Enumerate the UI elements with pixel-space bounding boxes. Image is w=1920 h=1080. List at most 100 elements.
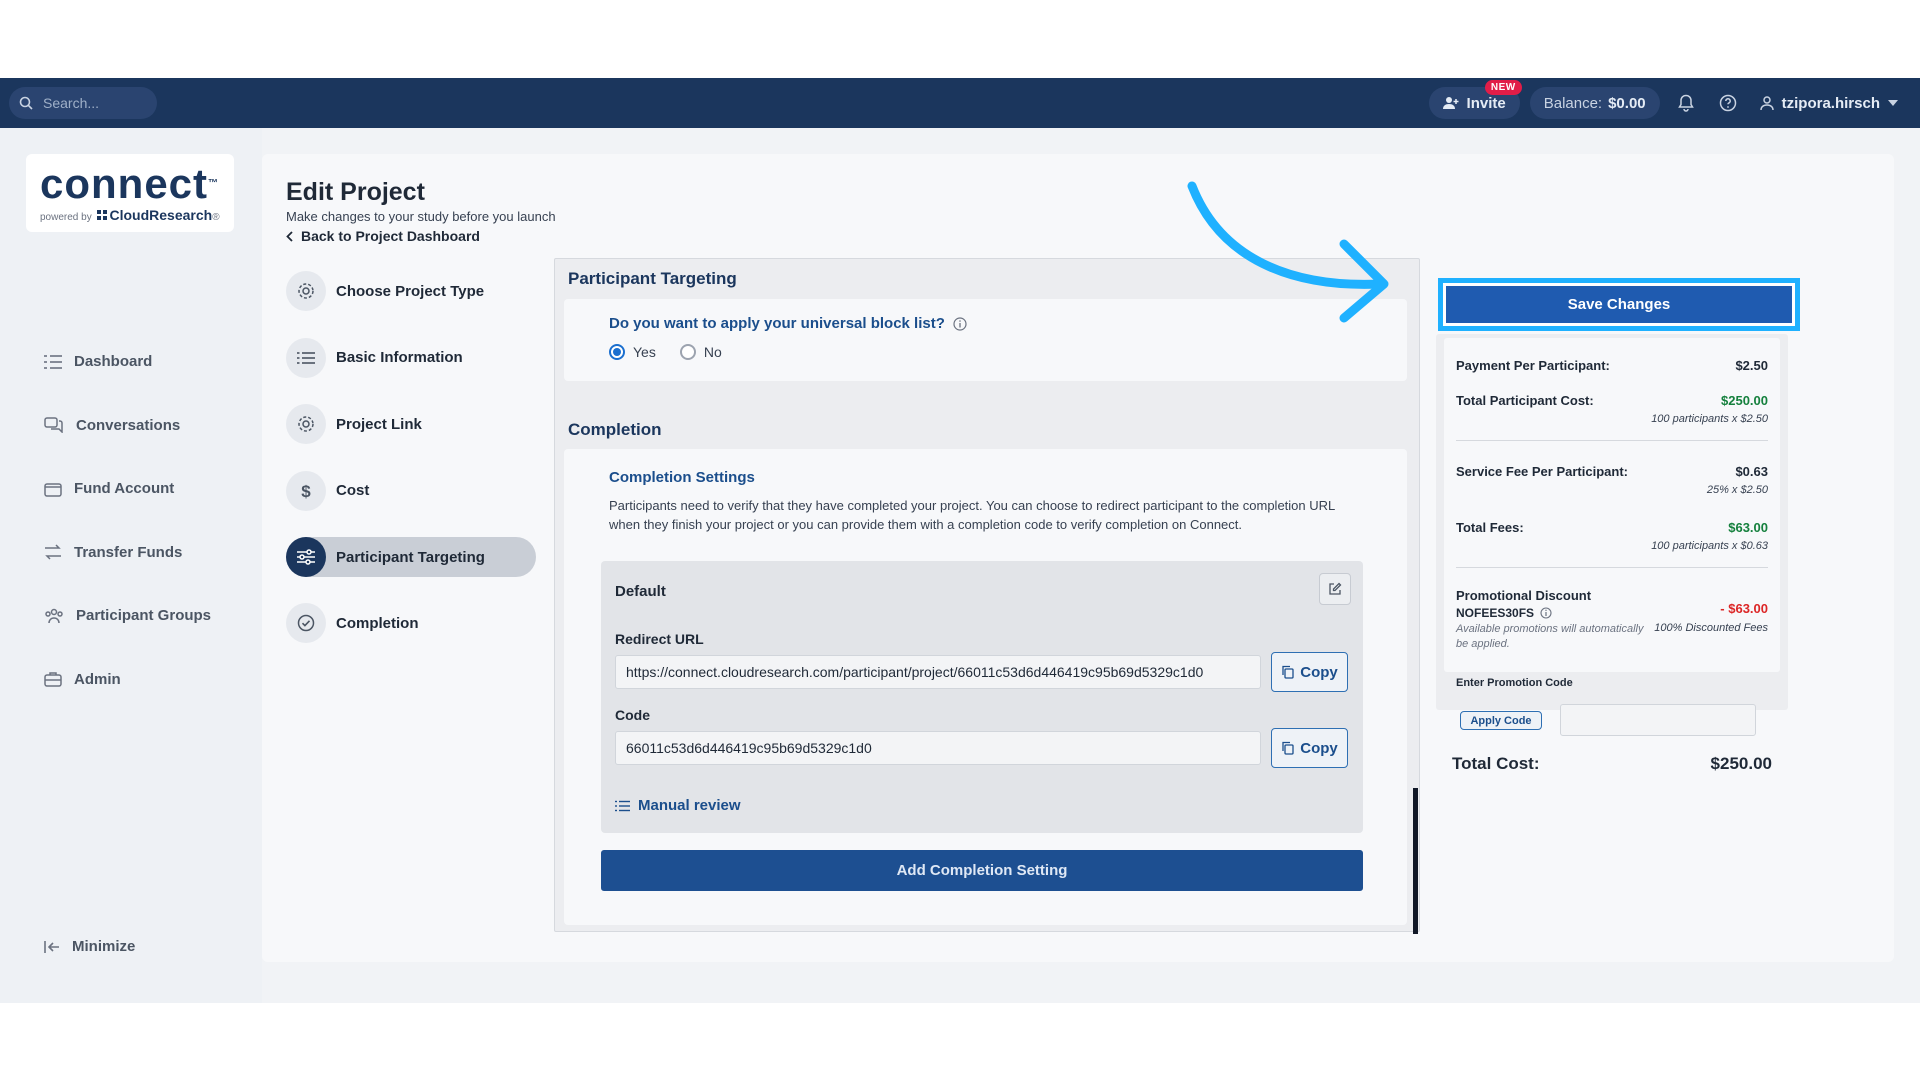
edit-panel: Participant Targeting Do you want to app… (554, 258, 1420, 932)
page-subtitle: Make changes to your study before you la… (286, 209, 556, 224)
sidebar-item-participant-groups[interactable]: Participant Groups (44, 584, 211, 648)
code-value: 66011c53d6d446419c95b69d5329c1d0 (626, 740, 872, 756)
payment-label: Payment Per Participant: (1456, 358, 1610, 373)
tutorial-arrow-icon (1187, 181, 1389, 323)
invite-label: Invite (1466, 94, 1506, 112)
transfer-icon (45, 544, 61, 560)
back-to-dashboard-link[interactable]: Back to Project Dashboard (286, 228, 480, 244)
sidebar-nav: Dashboard Conversations Fund Account Tra… (44, 330, 211, 711)
copy-icon (1282, 741, 1294, 755)
block-list-question: Do you want to apply your universal bloc… (609, 315, 945, 332)
save-changes-button[interactable]: Save Changes (1446, 286, 1792, 323)
completion-settings-title: Completion Settings (609, 469, 755, 486)
radio-no-control[interactable] (679, 344, 696, 360)
logo[interactable]: connect™ powered by CloudResearch® (26, 154, 234, 232)
sidebar-item-label: Participant Groups (76, 607, 212, 625)
balance-value: $0.00 (1608, 94, 1646, 112)
cost-summary-body: Payment Per Participant: $2.50 Total Par… (1444, 338, 1780, 689)
dollar-icon: $ (301, 482, 311, 500)
total-fees-value: $63.00 (1728, 520, 1768, 535)
promo-auto-note: Available promotions will automatically … (1456, 623, 1644, 650)
divider (1456, 567, 1768, 568)
service-fee-label: Service Fee Per Participant: (1456, 464, 1628, 479)
info-icon[interactable] (1540, 607, 1552, 619)
radio-no-label: No (703, 344, 722, 360)
radio-yes-control[interactable] (609, 344, 625, 360)
step-participant-targeting[interactable]: Participant Targeting (286, 537, 536, 577)
step-choose-project-type[interactable]: Choose Project Type (286, 258, 536, 325)
sidebar-item-admin[interactable]: Admin (44, 648, 211, 712)
sidebar-item-fund-account[interactable]: Fund Account (44, 457, 211, 521)
edit-default-button[interactable] (1319, 573, 1351, 605)
step-completion[interactable]: Completion (286, 590, 536, 657)
step-label: Basic Information (336, 349, 463, 367)
total-fees-label: Total Fees: (1456, 520, 1524, 535)
cloudresearch-mark-icon (97, 210, 108, 220)
copy-redirect-url-button[interactable]: Copy (1271, 652, 1348, 692)
info-icon[interactable] (953, 316, 967, 331)
code-field[interactable]: 66011c53d6d446419c95b69d5329c1d0 (615, 731, 1261, 765)
balance-label: Balance: (1543, 94, 1603, 112)
step-project-link[interactable]: Project Link (286, 391, 536, 458)
promo-value: - $63.00 (1720, 601, 1768, 616)
logo-trademark: ™ (208, 178, 220, 189)
save-changes-highlight: Save Changes (1438, 278, 1800, 331)
total-participant-note: 100 participants x $2.50 (1651, 413, 1768, 425)
copy-code-button[interactable]: Copy (1271, 728, 1348, 768)
username: tzipora.hirsch (1781, 94, 1880, 112)
minimize-button[interactable]: Minimize (44, 938, 135, 955)
user-menu[interactable]: tzipora.hirsch (1754, 95, 1904, 112)
back-link-label: Back to Project Dashboard (301, 228, 480, 244)
sidebar-item-conversations[interactable]: Conversations (44, 394, 211, 458)
manual-review-label: Manual review (638, 797, 741, 814)
help-icon (1719, 94, 1736, 112)
gear-icon (298, 416, 314, 432)
invite-button[interactable]: Invite NEW (1428, 80, 1522, 119)
radio-yes[interactable]: Yes (609, 344, 656, 360)
collapse-left-icon (44, 940, 59, 953)
search-box[interactable]: Search... (9, 87, 157, 119)
manual-review-option[interactable]: Manual review (615, 797, 741, 814)
main-content: Edit Project Make changes to your study … (262, 154, 1894, 962)
sidebar-item-label: Conversations (76, 416, 181, 434)
minimize-label: Minimize (72, 938, 136, 955)
add-completion-setting-button[interactable]: Add Completion Setting (601, 850, 1363, 891)
page-title: Edit Project (286, 178, 425, 206)
default-completion-box: Default Redirect URL https://connect.clo… (601, 561, 1363, 833)
total-participant-label: Total Participant Cost: (1456, 393, 1594, 408)
copy-icon (1282, 665, 1294, 679)
help-button[interactable] (1712, 87, 1744, 119)
sidebar-item-dashboard[interactable]: Dashboard (44, 330, 211, 394)
radio-no[interactable]: No (679, 344, 722, 360)
step-label: Choose Project Type (336, 282, 485, 300)
scrollbar-thumb[interactable] (1413, 788, 1418, 934)
promo-value-note: 100% Discounted Fees (1654, 622, 1768, 634)
apply-code-button[interactable]: Apply Code (1460, 711, 1542, 730)
app-frame: Search... Invite NEW Balance: $0.00 tzip… (0, 78, 1920, 1003)
promo-label: Promotional Discount (1456, 588, 1592, 603)
targeting-section-title: Participant Targeting (568, 269, 737, 288)
notifications-button[interactable] (1670, 87, 1702, 119)
enter-promo-label: Enter Promotion Code (1456, 677, 1573, 689)
edit-icon (1329, 582, 1342, 595)
total-participant-value: $250.00 (1721, 393, 1768, 408)
copy-label: Copy (1300, 739, 1338, 757)
add-user-icon (1442, 97, 1459, 109)
cost-summary: Payment Per Participant: $2.50 Total Par… (1436, 334, 1788, 773)
check-circle-icon (297, 615, 315, 632)
sidebar-item-transfer-funds[interactable]: Transfer Funds (44, 521, 211, 585)
divider (1456, 440, 1768, 441)
step-cost[interactable]: $ Cost (286, 458, 536, 525)
completion-description: Participants need to verify that they ha… (609, 498, 1335, 532)
project-steps: Choose Project Type Basic Information Pr… (286, 258, 536, 657)
logo-powered-by: powered by (40, 212, 92, 223)
promo-code-input[interactable] (1560, 704, 1756, 736)
redirect-url-field[interactable]: https://connect.cloudresearch.com/partic… (615, 655, 1261, 689)
search-icon (19, 96, 33, 110)
caret-down-icon (1888, 100, 1898, 106)
logo-brand: CloudResearch (109, 207, 213, 223)
gear-icon (298, 283, 314, 299)
step-label: Completion (336, 614, 419, 632)
step-basic-information[interactable]: Basic Information (286, 325, 536, 392)
chevron-left-icon (286, 230, 293, 242)
